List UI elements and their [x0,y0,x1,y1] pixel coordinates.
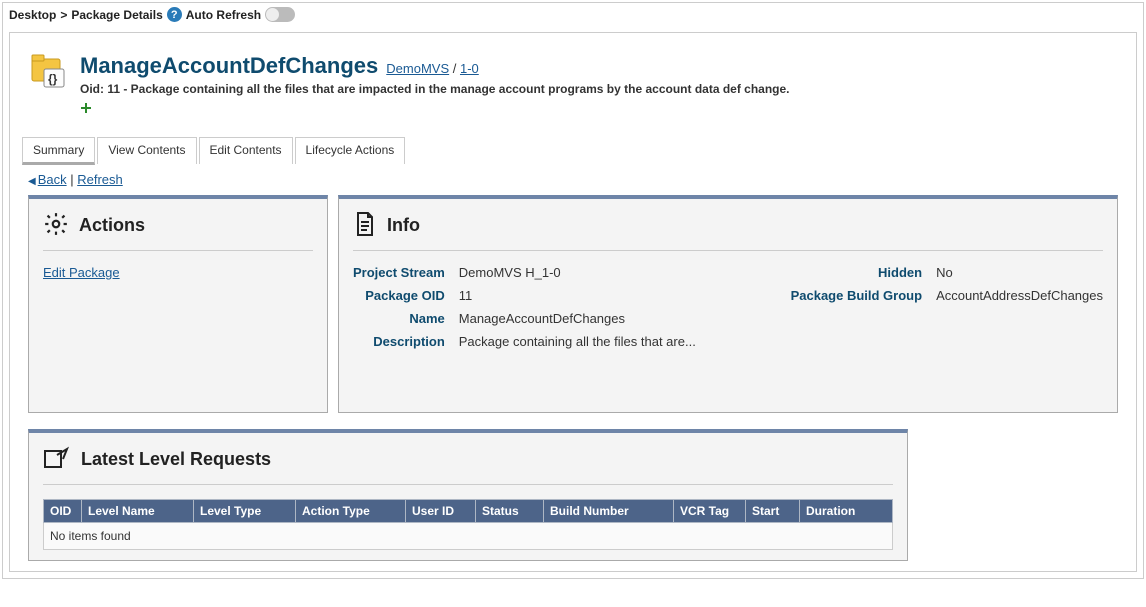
value-name: ManageAccountDefChanges [459,311,696,326]
col-level-type[interactable]: Level Type [194,500,296,523]
label-description: Description [353,334,445,349]
project-link[interactable]: DemoMVS [386,61,449,76]
auto-refresh-toggle[interactable] [265,7,295,22]
auto-refresh-label: Auto Refresh [186,8,261,22]
label-hidden: Hidden [791,265,922,280]
label-project-stream: Project Stream [353,265,445,280]
table-row-empty: No items found [44,523,893,550]
help-icon[interactable]: ? [167,7,182,22]
requests-icon [43,445,71,474]
label-name: Name [353,311,445,326]
col-vcr-tag[interactable]: VCR Tag [674,500,746,523]
col-status[interactable]: Status [476,500,544,523]
breadcrumb-desktop[interactable]: Desktop [9,8,56,22]
col-duration[interactable]: Duration [800,500,893,523]
latest-level-requests-panel: Latest Level Requests OID Level Name Lev… [28,429,908,561]
back-link[interactable]: Back [38,172,67,187]
breadcrumb-package-details: Package Details [71,8,162,22]
value-hidden: No [936,265,1103,280]
tab-view-contents[interactable]: View Contents [97,137,196,164]
label-package-oid: Package OID [353,288,445,303]
value-package-oid: 11 [459,288,696,303]
label-package-build-group: Package Build Group [791,288,922,303]
page-subtitle: Oid: 11 - Package containing all the fil… [80,82,790,96]
document-icon [353,211,377,240]
package-folder-icon: {} [28,53,70,93]
refresh-link[interactable]: Refresh [77,172,123,187]
gear-icon [43,211,69,240]
nav-links: ◀Back | Refresh [22,164,1124,195]
col-build-number[interactable]: Build Number [544,500,674,523]
value-package-build-group: AccountAddressDefChanges [936,288,1103,303]
edit-package-link[interactable]: Edit Package [43,265,120,280]
tab-lifecycle-actions[interactable]: Lifecycle Actions [295,137,406,164]
page-title: ManageAccountDefChanges [80,53,378,79]
value-project-stream: DemoMVS H_1-0 [459,265,696,280]
col-level-name[interactable]: Level Name [82,500,194,523]
requests-table: OID Level Name Level Type Action Type Us… [43,499,893,550]
value-description: Package containing all the files that ar… [459,334,696,349]
col-user-id[interactable]: User ID [406,500,476,523]
breadcrumb-sep: > [60,8,67,22]
col-oid[interactable]: OID [44,500,82,523]
svg-text:{}: {} [48,72,58,86]
requests-title: Latest Level Requests [81,449,271,470]
info-title: Info [387,215,420,236]
tab-summary[interactable]: Summary [22,137,95,165]
crumb-sep: / [449,61,460,76]
col-start[interactable]: Start [746,500,800,523]
tab-edit-contents[interactable]: Edit Contents [199,137,293,164]
info-panel: Info Project Stream DemoMVS H_1-0 Packag… [338,195,1118,413]
nav-sep: | [67,172,78,187]
actions-title: Actions [79,215,145,236]
col-action-type[interactable]: Action Type [296,500,406,523]
main-container: {} ManageAccountDefChanges DemoMVS / 1-0… [9,32,1137,572]
back-arrow-icon: ◀ [28,176,36,187]
empty-message: No items found [44,523,893,550]
tabs: Summary View Contents Edit Contents Life… [22,137,1124,164]
add-icon[interactable] [80,102,790,117]
top-breadcrumb-bar: Desktop > Package Details ? Auto Refresh [3,3,1143,26]
actions-panel: Actions Edit Package [28,195,328,413]
stream-link[interactable]: 1-0 [460,61,479,76]
